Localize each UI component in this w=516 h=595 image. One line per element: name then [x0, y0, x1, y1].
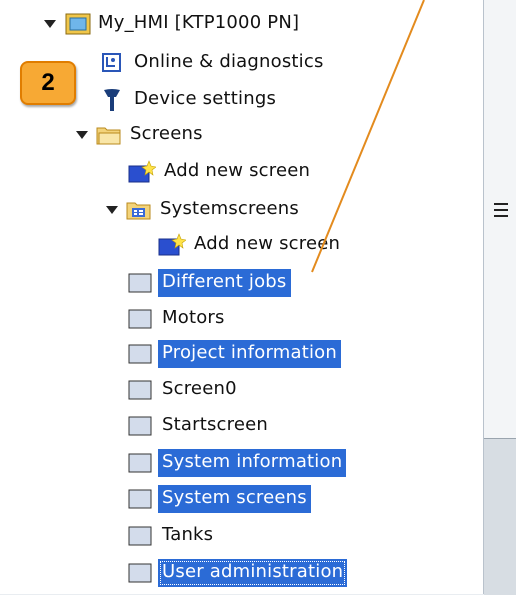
tree-item-screens[interactable]: Screens	[0, 117, 483, 153]
tree-item-label: Screen0	[162, 378, 237, 399]
screen-icon	[128, 526, 152, 546]
tree-item-device[interactable]: My_HMI [KTP1000 PN]	[0, 6, 483, 42]
tree-item-screen[interactable]: Project information	[0, 336, 483, 372]
add-screen-icon	[128, 160, 156, 183]
screen-icon	[128, 416, 152, 436]
tree-item-label: System screens	[158, 485, 311, 513]
tree-item-label: User administration	[158, 559, 348, 587]
expand-arrow-icon[interactable]	[44, 20, 56, 28]
hmi-device-icon	[65, 13, 91, 35]
tree-item-systemscreens[interactable]: Systemscreens	[0, 192, 483, 228]
screen-icon	[128, 273, 152, 293]
system-folder-icon	[126, 202, 151, 220]
tree-item-label: Device settings	[134, 88, 277, 109]
tree-item-label: Tanks	[162, 524, 214, 545]
menu-grip-icon[interactable]	[494, 203, 508, 221]
tree-item-screen[interactable]: Different jobs	[0, 265, 483, 301]
tree-item-add-new-screen[interactable]: Add new screen	[0, 154, 483, 190]
tree-item-screen[interactable]: System information	[0, 445, 483, 481]
panel-scroll-area[interactable]	[484, 438, 516, 595]
tree-item-screen[interactable]: System screens	[0, 481, 483, 517]
screen-icon	[128, 563, 152, 583]
online-diagnostics-icon	[102, 53, 121, 72]
tree-item-screen[interactable]: User administration	[0, 555, 483, 591]
tree-item-label: Add new screen	[164, 160, 311, 181]
tree-item-label: Motors	[162, 307, 225, 328]
tree-item-screen[interactable]: Tanks	[0, 518, 483, 554]
screen-icon	[128, 380, 152, 400]
tree-item-label: Add new screen	[194, 233, 341, 254]
tree-item-add-new-screen-system[interactable]: Add new screen	[0, 227, 483, 263]
tree-item-screen[interactable]: Screen0	[0, 372, 483, 408]
expand-arrow-icon[interactable]	[106, 206, 118, 214]
tree-item-label: Startscreen	[162, 414, 269, 435]
folder-icon	[96, 127, 121, 145]
tree-item-label: Online & diagnostics	[134, 51, 324, 72]
step-badge: 2	[20, 61, 76, 105]
screen-icon	[128, 489, 152, 509]
add-screen-icon	[158, 233, 186, 256]
tree-item-screen[interactable]: Startscreen	[0, 408, 483, 444]
side-panel	[483, 0, 516, 595]
tree-item-label: Systemscreens	[160, 198, 299, 219]
screen-icon	[128, 309, 152, 329]
tree-item-label: Screens	[130, 123, 203, 144]
tree-item-label: System information	[158, 449, 347, 477]
tree-item-screen[interactable]: Motors	[0, 301, 483, 337]
wrench-icon	[104, 89, 120, 111]
expand-arrow-icon[interactable]	[76, 131, 88, 139]
screen-icon	[128, 344, 152, 364]
screen-icon	[128, 453, 152, 473]
tree-item-label: Project information	[158, 340, 341, 368]
tree-item-label: Different jobs	[158, 269, 291, 297]
tree-item-label: My_HMI [KTP1000 PN]	[98, 12, 300, 33]
